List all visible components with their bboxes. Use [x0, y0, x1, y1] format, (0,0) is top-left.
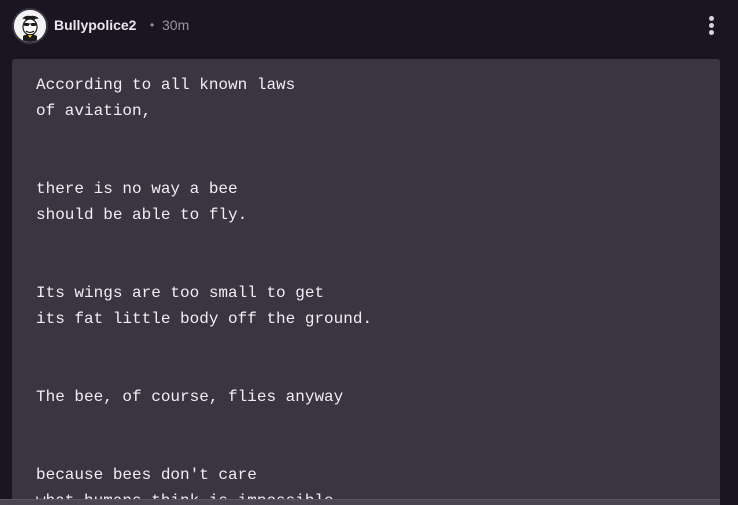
more-options-button[interactable]	[700, 12, 722, 40]
code-line: its fat little body off the ground.	[36, 310, 373, 328]
horizontal-scrollbar[interactable]	[0, 499, 720, 505]
cartoon-face-icon	[14, 10, 46, 42]
post-content: According to all known laws of aviation,…	[12, 59, 720, 505]
post-timestamp: 30m	[162, 17, 190, 33]
code-line: should be able to fly.	[36, 206, 248, 224]
code-line: The bee, of course, flies anyway	[36, 388, 344, 406]
code-line: According to all known laws	[36, 76, 296, 94]
more-vertical-icon-dot	[709, 23, 714, 28]
meta-separator: •	[150, 18, 155, 32]
code-line: there is no way a bee	[36, 180, 238, 198]
code-line: of aviation,	[36, 102, 152, 120]
code-line: because bees don't care	[36, 466, 257, 484]
code-line: Its wings are too small to get	[36, 284, 325, 302]
code-block: According to all known laws of aviation,…	[36, 72, 372, 505]
avatar[interactable]	[12, 8, 48, 44]
post-header: Bullypolice2 • 30m	[0, 0, 738, 50]
more-vertical-icon-dot	[709, 30, 714, 35]
more-vertical-icon	[709, 16, 714, 21]
author-name[interactable]: Bullypolice2	[54, 16, 136, 34]
